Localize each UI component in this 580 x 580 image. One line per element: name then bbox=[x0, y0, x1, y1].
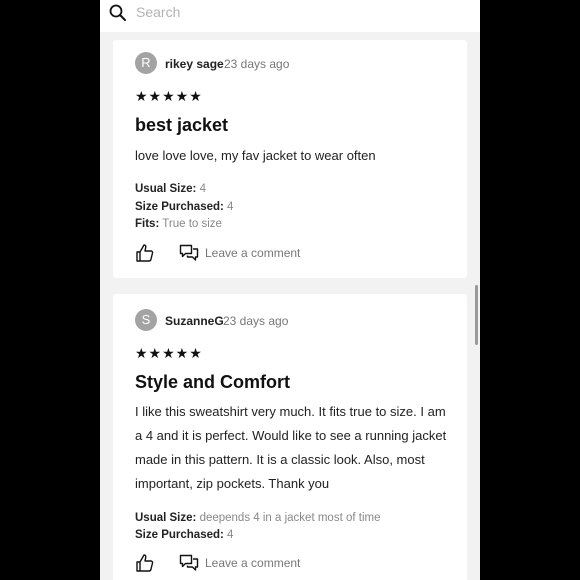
review-body: I like this sweatshirt very much. It fit… bbox=[135, 404, 447, 491]
review-author[interactable]: rikey sage bbox=[165, 57, 224, 71]
star-rating: ★★★★★ bbox=[135, 88, 203, 104]
review-body: love love love, my fav jacket to wear of… bbox=[135, 148, 376, 163]
meta-usual-size: Usual Size: 4 bbox=[135, 183, 206, 195]
review-date: 23 days ago bbox=[224, 57, 290, 71]
thumbs-up-icon[interactable] bbox=[135, 553, 155, 573]
review-card: R rikey sage 23 days ago ★★★★★ best jack… bbox=[113, 40, 467, 278]
comment-icon[interactable] bbox=[179, 243, 199, 263]
search-input[interactable] bbox=[136, 1, 436, 23]
meta-usual-size: Usual Size: deepends 4 in a jacket most … bbox=[135, 512, 381, 524]
star-rating: ★★★★★ bbox=[135, 345, 203, 361]
scrollbar-thumb[interactable] bbox=[475, 285, 478, 345]
review-author[interactable]: SuzanneG bbox=[165, 314, 224, 328]
search-bar bbox=[100, 0, 480, 32]
leave-comment-link[interactable]: Leave a comment bbox=[205, 556, 300, 570]
meta-size-purchased: Size Purchased: 4 bbox=[135, 201, 234, 213]
thumbs-up-icon[interactable] bbox=[135, 243, 155, 263]
review-date: 23 days ago bbox=[223, 314, 289, 328]
meta-size-purchased: Size Purchased: 4 bbox=[135, 529, 234, 541]
review-card: S SuzanneG 23 days ago ★★★★★ Style and C… bbox=[113, 294, 467, 580]
app-screen: R rikey sage 23 days ago ★★★★★ best jack… bbox=[100, 0, 480, 580]
comment-icon[interactable] bbox=[179, 553, 199, 573]
review-actions: Leave a comment bbox=[135, 243, 335, 265]
leave-comment-link[interactable]: Leave a comment bbox=[205, 246, 300, 260]
review-actions: Leave a comment bbox=[135, 553, 335, 575]
review-title: Style and Comfort bbox=[135, 372, 291, 392]
search-icon[interactable] bbox=[108, 2, 128, 22]
meta-fits: Fits: True to size bbox=[135, 218, 222, 230]
avatar: S bbox=[135, 309, 157, 331]
review-title: best jacket bbox=[135, 115, 229, 135]
avatar: R bbox=[135, 52, 157, 74]
